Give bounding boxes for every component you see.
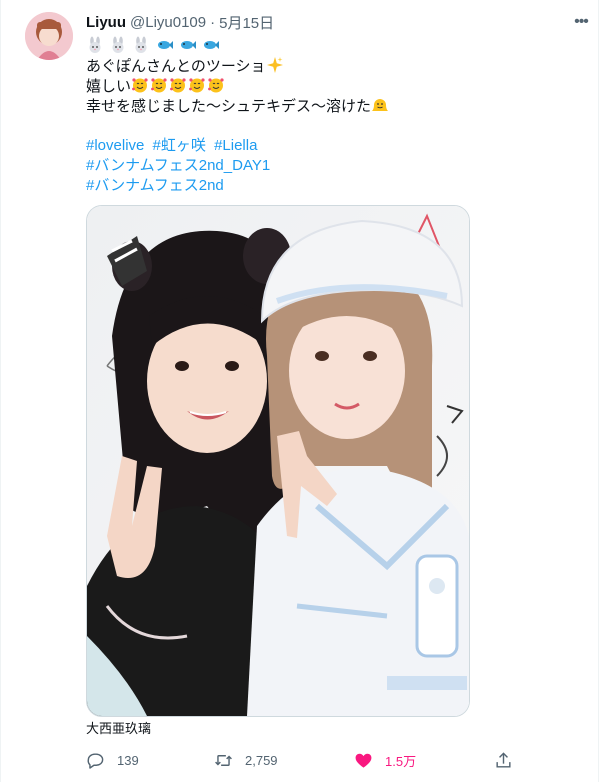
hashtag-link[interactable]: #Liella (214, 137, 257, 154)
heart-icon (355, 753, 372, 768)
fish-icon (156, 36, 174, 54)
hashtag-link[interactable]: #虹ヶ咲 (153, 137, 206, 154)
user-handle[interactable]: @Liyu0109 (130, 14, 206, 31)
tweet-text: あぐぽんさんとのツーショ 嬉しい 幸せを感じました〜シュテキデス〜溶けた #lo… (86, 36, 581, 196)
hashtag-link[interactable]: #バンナムフェス2nd (86, 177, 224, 194)
melting-face-icon (371, 96, 389, 114)
tweet-photo[interactable] (86, 205, 470, 717)
hashtag-link[interactable]: #lovelive (86, 137, 144, 154)
smiling-hearts-icon (169, 76, 187, 94)
smiling-hearts-icon (150, 76, 168, 94)
reply-button[interactable]: 139 (86, 748, 139, 772)
retweet-button[interactable]: 2,759 (214, 748, 278, 772)
reply-icon (87, 752, 104, 769)
like-count: 1.5万 (385, 753, 417, 769)
retweet-count: 2,759 (245, 752, 278, 768)
tweet-header: Liyuu @Liyu0109 · 5月15日 (86, 12, 274, 32)
fish-icon (179, 36, 197, 54)
sparkles-icon (266, 56, 284, 74)
photo-tag-label: 大西亜玖璃 (86, 721, 152, 736)
text-line: あぐぽんさんとのツーショ (86, 56, 581, 76)
tweet-text-line: 幸せを感じました〜シュテキデス〜溶けた (86, 98, 372, 115)
tweet-text-line: あぐぽんさんとのツーショ (86, 58, 266, 75)
fish-icon (202, 36, 220, 54)
hashtag-line: #lovelive #虹ヶ咲 #Liella (86, 136, 581, 156)
avatar[interactable] (25, 12, 73, 60)
hashtag-line: #バンナムフェス2nd_DAY1 (86, 156, 581, 176)
tweet-actions: 139 2,759 1.5万 (86, 748, 526, 772)
share-button[interactable] (494, 748, 525, 772)
smiling-hearts-icon (207, 76, 225, 94)
smiling-hearts-icon (188, 76, 206, 94)
emoji-line (86, 36, 581, 56)
hashtag-link[interactable]: #バンナムフェス2nd_DAY1 (86, 157, 270, 174)
rabbit-icon (86, 36, 104, 54)
display-name[interactable]: Liyuu (86, 14, 126, 31)
rabbit-icon (109, 36, 127, 54)
more-options-icon[interactable]: ••• (569, 12, 593, 32)
tweet-text-line: 嬉しい (86, 78, 132, 95)
reply-count: 139 (117, 752, 139, 768)
hashtag-line: #バンナムフェス2nd (86, 176, 581, 196)
text-line: 嬉しい (86, 76, 581, 96)
share-icon (496, 751, 511, 768)
separator-dot: · (210, 13, 216, 31)
tweet-date[interactable]: 5月15日 (219, 12, 274, 33)
photo-tag[interactable]: 大西亜玖璃 (86, 721, 151, 737)
tweet-card[interactable]: Liyuu @Liyu0109 · 5月15日 ••• あぐぽんさんとのツーショ… (0, 0, 599, 782)
text-line: 幸せを感じました〜シュテキデス〜溶けた (86, 96, 581, 116)
rabbit-icon (132, 36, 150, 54)
smiling-hearts-icon (131, 76, 149, 94)
like-button[interactable]: 1.5万 (354, 748, 416, 772)
retweet-icon (215, 754, 232, 766)
